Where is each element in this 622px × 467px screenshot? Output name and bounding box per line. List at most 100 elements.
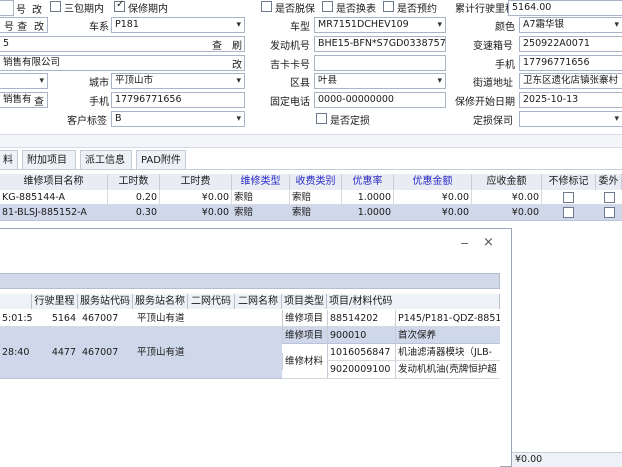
outsource-checkbox[interactable] xyxy=(604,192,615,203)
company2-query-button[interactable]: 查 xyxy=(34,93,44,108)
mileage-label: 累计行驶里程 xyxy=(455,4,515,15)
dialog-toolbar xyxy=(0,273,500,289)
damage-checkbox[interactable] xyxy=(316,113,327,124)
sanbao-label: 三包期内 xyxy=(64,4,104,15)
col-header-time[interactable] xyxy=(0,294,32,309)
color-label: 颜色 xyxy=(495,22,515,33)
col-header-station-code[interactable]: 服务站代码 xyxy=(78,294,133,309)
street-label: 街道地址 xyxy=(473,78,513,89)
insurer-select[interactable] xyxy=(519,111,622,127)
col-header-outsource[interactable]: 委外 xyxy=(596,174,622,190)
cell-repair-type: 索赔 xyxy=(232,205,290,220)
tag-select[interactable]: B xyxy=(111,111,245,127)
cell-item-desc: 发动机机油(壳牌恒护超 xyxy=(395,361,500,378)
start-date-field[interactable]: 2025-10-13 xyxy=(519,92,622,108)
mileage-field[interactable]: 5164.00 xyxy=(508,0,622,16)
col-header-mileage[interactable]: 行驶里程 xyxy=(32,294,78,309)
phone-field[interactable]: 17796771656 xyxy=(519,55,622,71)
cell-item-desc: 机油滤清器模块（JLB- xyxy=(395,344,500,361)
tag-label: 客户标签 xyxy=(67,116,107,127)
col-header-hours[interactable]: 工时数 xyxy=(108,174,160,190)
cell-item-type: 维修项目 xyxy=(282,327,327,344)
tuobao-label: 是否脱保 xyxy=(275,4,315,15)
jiche-field[interactable] xyxy=(314,55,446,71)
cell-charge-type: 索赔 xyxy=(290,205,342,220)
no-repair-checkbox[interactable] xyxy=(563,207,574,218)
company-change-button[interactable]: 改 xyxy=(232,56,242,71)
grid-empty-area xyxy=(512,221,622,453)
sanbao-checkbox[interactable] xyxy=(50,1,61,12)
street-field[interactable]: 卫东区遗化店镇张寨村 xyxy=(519,73,622,89)
col-header-fee[interactable]: 工时费 xyxy=(160,174,232,190)
tab-pad-attachments[interactable]: PAD附件 xyxy=(136,150,186,169)
series-select[interactable]: P181 xyxy=(111,17,245,33)
baoxiu-checkbox[interactable] xyxy=(114,0,125,12)
cell-name: 81-BLSJ-885152-A xyxy=(0,205,108,220)
col-header-station-name[interactable]: 服务站名称 xyxy=(133,294,188,309)
col-header-name[interactable]: 维修项目名称 xyxy=(0,174,108,190)
tab-materials[interactable]: 料 xyxy=(0,150,18,169)
engine-field[interactable]: BHE15-BFN*S7GD0338757* xyxy=(314,36,446,52)
col-header-charge-type[interactable]: 收费类别 xyxy=(290,174,342,190)
query-icon[interactable]: 号 查 xyxy=(4,18,27,33)
cell-station-name: 平顶山有道 xyxy=(137,347,185,358)
cell-mileage: 5164 xyxy=(51,313,76,324)
col-header-item-type[interactable]: 项目类型 xyxy=(282,294,327,309)
cell-station-code: 467007 xyxy=(82,313,119,324)
change-button-2[interactable]: 改 xyxy=(34,18,44,33)
history-dialog: − × 行驶里程 服务站代码 服务站名称 二网代码 二网名称 项目类型 项目/材… xyxy=(0,228,512,467)
cell-item-code: 9020009100 xyxy=(327,361,395,378)
mobile-field[interactable]: 17796771656 xyxy=(111,92,245,108)
col-header-due[interactable]: 应收金额 xyxy=(472,174,542,190)
cell-due: ¥0.00 xyxy=(472,190,542,205)
cell-station-code: 467007 xyxy=(82,347,119,358)
customer-field[interactable]: 5 xyxy=(0,36,245,52)
series-label: 车系 xyxy=(89,22,109,33)
col-header-repair-type[interactable]: 维修类型 xyxy=(232,174,290,190)
footer-amount: ¥0.00 xyxy=(515,454,543,465)
change-button[interactable]: 改 xyxy=(32,1,42,16)
query-button[interactable]: 查 xyxy=(212,37,222,52)
district-label: 区县 xyxy=(290,78,310,89)
yuyue-checkbox[interactable] xyxy=(383,1,394,12)
col-header-no-repair[interactable]: 不修标记 xyxy=(542,174,596,190)
damage-label: 是否定损 xyxy=(330,116,370,127)
no-repair-checkbox[interactable] xyxy=(563,192,574,203)
cell-discount: ¥0.00 xyxy=(394,190,472,205)
col-header-discount-rate[interactable]: 优惠率 xyxy=(342,174,394,190)
phone-label: 手机 xyxy=(495,60,515,71)
district-select[interactable]: 叶县 xyxy=(314,73,446,89)
cell-station-name: 平顶山有道 xyxy=(137,313,185,324)
model-label: 车型 xyxy=(290,22,310,33)
cell-rate: 1.0000 xyxy=(342,205,394,220)
model-select[interactable]: MR7151DCHEV109 xyxy=(314,17,446,33)
col-header-item-code[interactable]: 项目/材料代码 xyxy=(327,294,500,309)
company-field[interactable]: 销售有限公司 xyxy=(0,55,245,71)
col-header-subnet-name[interactable]: 二网名称 xyxy=(235,294,282,309)
cell-hours: 0.30 xyxy=(108,205,160,220)
tuobao-checkbox[interactable] xyxy=(261,1,272,12)
fixed-phone-field[interactable]: 0000-00000000 xyxy=(314,92,446,108)
minimize-button[interactable]: − xyxy=(460,237,469,250)
huanbiao-checkbox[interactable] xyxy=(322,1,333,12)
insurer-label: 定损保司 xyxy=(473,116,513,127)
fixed-phone-label: 固定电话 xyxy=(270,97,310,108)
city-select[interactable]: 平顶山市 xyxy=(111,73,245,89)
close-icon[interactable]: × xyxy=(483,235,494,250)
tab-extra-items[interactable]: 附加项目 xyxy=(22,150,76,169)
tab-dispatch-info[interactable]: 派工信息 xyxy=(80,150,132,169)
tab-bar-line xyxy=(0,169,622,170)
cell-fee: ¥0.00 xyxy=(160,190,232,205)
outsource-checkbox[interactable] xyxy=(604,207,615,218)
col-header-discount-amount[interactable]: 优惠金额 xyxy=(394,174,472,190)
col-header-subnet-code[interactable]: 二网代码 xyxy=(188,294,235,309)
repair-no-input[interactable] xyxy=(0,0,14,16)
region-select[interactable] xyxy=(0,73,48,89)
repair-no-label: 号 xyxy=(16,5,26,16)
color-select[interactable]: A7霜华银 xyxy=(519,17,622,33)
yuyue-label: 是否预约 xyxy=(397,4,437,15)
gearbox-field[interactable]: 250922A0071 xyxy=(519,36,622,52)
brush-button[interactable]: 刷 xyxy=(232,37,242,52)
cell-due: ¥0.00 xyxy=(472,205,542,220)
cell-name: KG-885144-A xyxy=(0,190,108,205)
